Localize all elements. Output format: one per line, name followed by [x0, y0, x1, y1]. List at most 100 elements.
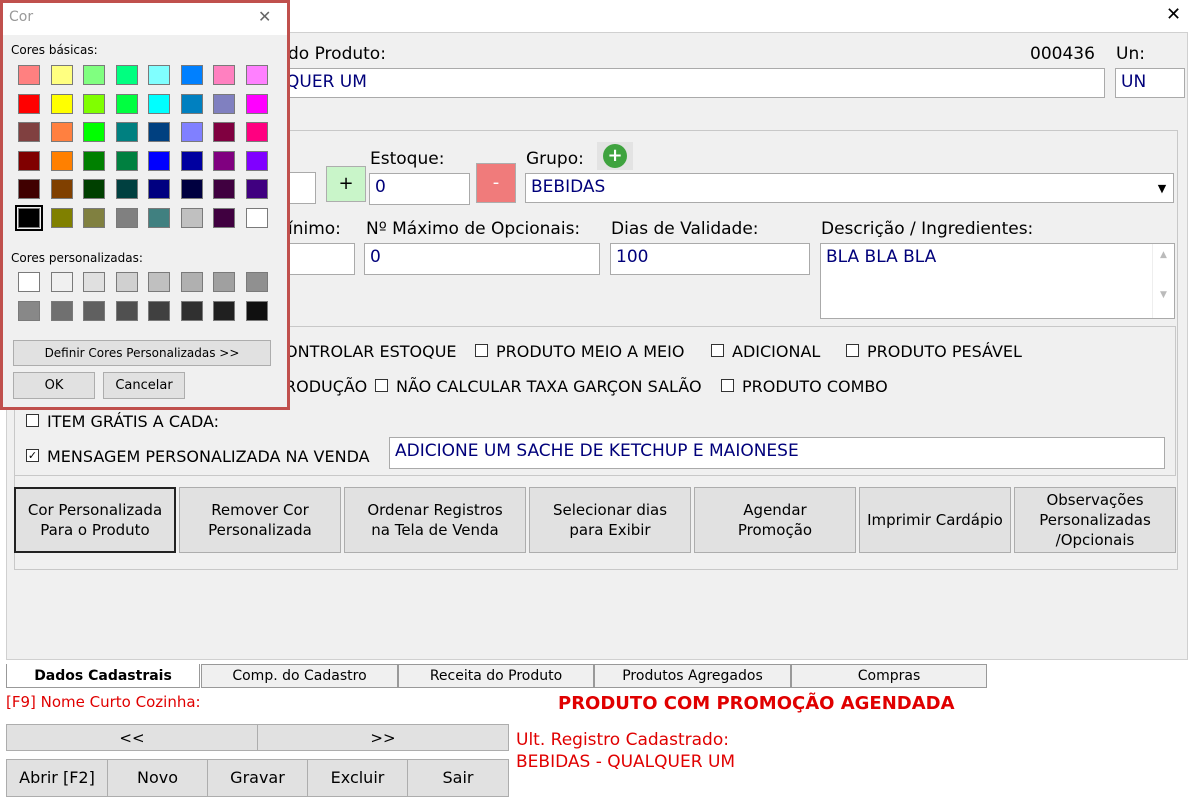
color-swatch[interactable] — [245, 93, 268, 114]
max-optionals-input[interactable]: 0 — [364, 243, 600, 275]
color-swatch[interactable] — [213, 93, 235, 114]
color-swatch[interactable] — [148, 65, 170, 85]
color-swatch[interactable] — [180, 150, 203, 171]
color-swatch[interactable] — [18, 122, 40, 142]
tab-compras[interactable]: Compras — [791, 664, 987, 688]
select-days-button[interactable]: Selecionar dias para Exibir — [529, 487, 691, 553]
color-swatch[interactable] — [18, 300, 40, 321]
color-swatch[interactable] — [245, 65, 268, 85]
open-button[interactable]: Abrir [F2] — [6, 759, 108, 797]
cancel-button[interactable]: Cancelar — [103, 372, 185, 399]
color-swatch[interactable] — [115, 272, 138, 292]
schedule-promotion-button[interactable]: Agendar Promoção — [694, 487, 856, 553]
color-swatch[interactable] — [115, 93, 138, 114]
color-swatch[interactable] — [213, 150, 235, 171]
add-group-icon[interactable]: + — [597, 142, 633, 170]
stock-plus-button[interactable]: + — [326, 166, 366, 202]
checkbox-combo[interactable]: PRODUTO COMBO — [721, 377, 888, 396]
order-records-button[interactable]: Ordenar Registros na Tela de Venda — [344, 487, 526, 553]
color-swatch[interactable] — [83, 122, 105, 142]
group-select[interactable]: BEBIDAS — [525, 173, 1174, 203]
checkbox-weighable[interactable]: PRODUTO PESÁVEL — [846, 342, 1022, 361]
color-swatch[interactable] — [180, 122, 203, 142]
delete-button[interactable]: Excluir — [307, 759, 408, 797]
next-record-button[interactable]: >> — [257, 724, 509, 751]
ok-button[interactable]: OK — [13, 372, 95, 399]
color-swatch[interactable] — [83, 150, 105, 171]
color-swatch[interactable] — [180, 207, 203, 228]
custom-notes-button[interactable]: Observações Personalizadas /Opcionais — [1014, 487, 1176, 553]
color-swatch[interactable] — [18, 93, 40, 114]
color-swatch[interactable] — [50, 122, 73, 142]
color-swatch[interactable] — [50, 65, 73, 85]
save-button[interactable]: Gravar — [207, 759, 308, 797]
color-swatch[interactable] — [180, 272, 203, 292]
checkbox-custom-message[interactable]: ✓ MENSAGEM PERSONALIZADA NA VENDA — [26, 447, 370, 466]
color-swatch[interactable] — [83, 179, 105, 199]
custom-color-button[interactable]: Cor Personalizada Para o Produto — [14, 487, 176, 553]
color-swatch[interactable] — [115, 122, 138, 142]
color-swatch[interactable] — [180, 93, 203, 114]
color-swatch[interactable] — [83, 93, 105, 114]
color-swatch[interactable] — [148, 122, 170, 142]
color-swatch[interactable] — [50, 179, 73, 199]
new-button[interactable]: Novo — [107, 759, 208, 797]
color-swatch[interactable] — [50, 150, 73, 171]
tab-receita-produto[interactable]: Receita do Produto — [398, 664, 594, 688]
checkbox-production[interactable]: RODUÇÃO — [285, 377, 367, 396]
color-swatch[interactable] — [180, 300, 203, 321]
print-menu-button[interactable]: Imprimir Cardápio — [859, 487, 1011, 553]
chevron-down-icon[interactable]: ▼ — [1152, 178, 1172, 200]
tab-produtos-agregados[interactable]: Produtos Agregados — [594, 664, 791, 688]
color-swatch[interactable] — [180, 179, 203, 199]
scroll-down-icon[interactable]: ▼ — [1153, 290, 1174, 300]
checkbox-free-item[interactable]: ITEM GRÁTIS A CADA: — [26, 412, 219, 431]
color-swatch[interactable] — [115, 150, 138, 171]
color-swatch[interactable] — [148, 272, 170, 292]
color-swatch[interactable] — [148, 207, 170, 228]
color-swatch[interactable] — [115, 300, 138, 321]
unit-input[interactable]: UN — [1115, 68, 1185, 98]
product-name-input[interactable]: QUER UM — [280, 68, 1105, 98]
color-swatch[interactable] — [213, 122, 235, 142]
color-swatch[interactable] — [83, 65, 105, 85]
color-swatch[interactable] — [180, 65, 203, 85]
color-swatch[interactable] — [115, 207, 138, 228]
color-swatch[interactable] — [15, 204, 43, 231]
color-swatch[interactable] — [148, 150, 170, 171]
color-swatch[interactable] — [18, 150, 40, 171]
checkbox-no-service-fee[interactable]: NÃO CALCULAR TAXA GARÇON SALÃO — [375, 377, 702, 396]
remove-color-button[interactable]: Remover Cor Personalizada — [179, 487, 341, 553]
color-swatch[interactable] — [18, 179, 40, 199]
color-swatch[interactable] — [213, 65, 235, 85]
color-swatch[interactable] — [83, 300, 105, 321]
validity-input[interactable]: 100 — [610, 243, 810, 275]
close-icon[interactable]: ✕ — [1166, 4, 1181, 25]
exit-button[interactable]: Sair — [407, 759, 509, 797]
color-swatch[interactable] — [213, 179, 235, 199]
checkbox-control-stock[interactable]: ONTROLAR ESTOQUE — [285, 342, 457, 361]
color-swatch[interactable] — [18, 272, 40, 292]
stock-input[interactable]: 0 — [369, 173, 470, 205]
color-swatch[interactable] — [50, 300, 73, 321]
color-swatch[interactable] — [115, 65, 138, 85]
color-swatch[interactable] — [213, 300, 235, 321]
color-swatch[interactable] — [18, 65, 40, 85]
stock-minus-button[interactable]: - — [476, 163, 516, 203]
color-swatch[interactable] — [213, 207, 235, 228]
checkbox-additional[interactable]: ADICIONAL — [711, 342, 820, 361]
color-swatch[interactable] — [148, 179, 170, 199]
color-swatch[interactable] — [50, 207, 73, 228]
color-swatch[interactable] — [83, 207, 105, 228]
color-swatch[interactable] — [148, 93, 170, 114]
checkbox-half-half[interactable]: PRODUTO MEIO A MEIO — [475, 342, 684, 361]
color-swatch[interactable] — [245, 207, 268, 228]
description-textarea[interactable]: BLA BLA BLA — [820, 243, 1175, 319]
color-swatch[interactable] — [245, 272, 268, 292]
color-swatch[interactable] — [245, 122, 268, 142]
custom-message-input[interactable]: ADICIONE UM SACHE DE KETCHUP E MAIONESE — [389, 437, 1165, 469]
color-swatch[interactable] — [115, 179, 138, 199]
color-swatch[interactable] — [50, 93, 73, 114]
define-custom-colors-button[interactable]: Definir Cores Personalizadas >> — [13, 340, 271, 366]
color-swatch[interactable] — [245, 300, 268, 321]
